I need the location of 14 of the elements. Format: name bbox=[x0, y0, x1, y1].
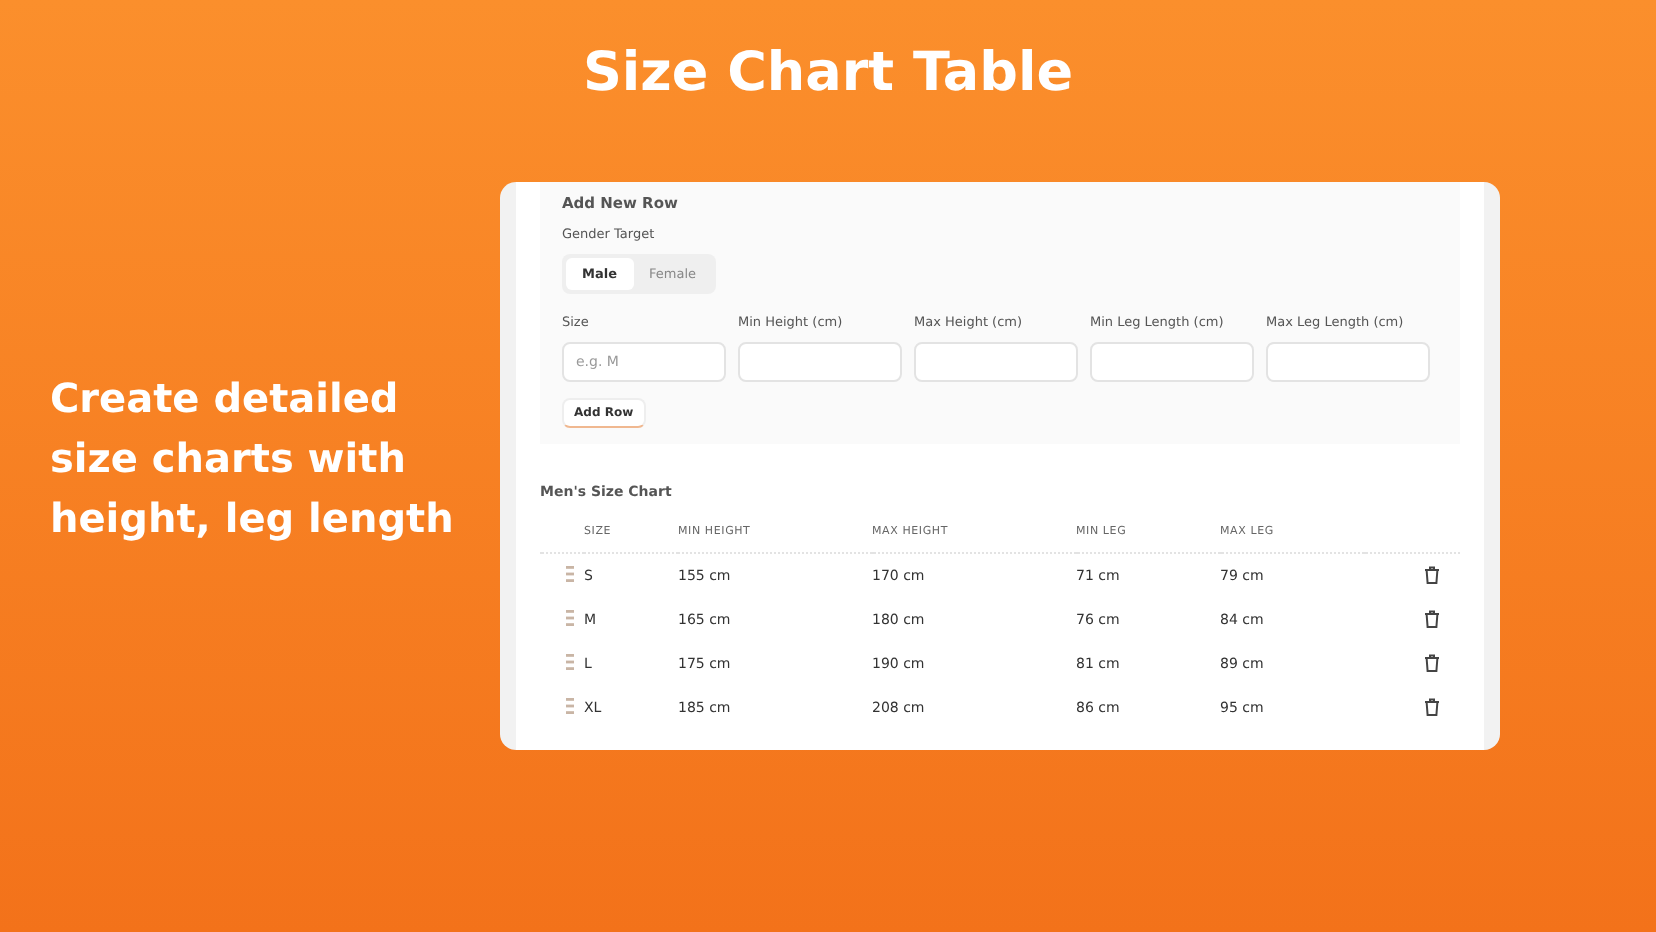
trash-icon[interactable] bbox=[1424, 653, 1440, 671]
drag-handle-icon[interactable] bbox=[566, 610, 574, 626]
drag-handle-icon[interactable] bbox=[566, 566, 574, 582]
input-field[interactable] bbox=[1090, 342, 1254, 382]
drag-handle-icon[interactable] bbox=[566, 654, 574, 670]
input-field[interactable] bbox=[914, 342, 1078, 382]
trash-icon[interactable] bbox=[1424, 609, 1440, 627]
tagline: Create detailed size charts with height, leg length bbox=[50, 372, 456, 546]
drag-handle-icon[interactable] bbox=[566, 698, 574, 714]
input-field[interactable] bbox=[1266, 342, 1430, 382]
input-field[interactable] bbox=[738, 342, 902, 382]
headline: Size Chart Table bbox=[580, 40, 1076, 108]
trash-icon[interactable] bbox=[1424, 565, 1440, 583]
trash-icon[interactable] bbox=[1424, 697, 1440, 715]
